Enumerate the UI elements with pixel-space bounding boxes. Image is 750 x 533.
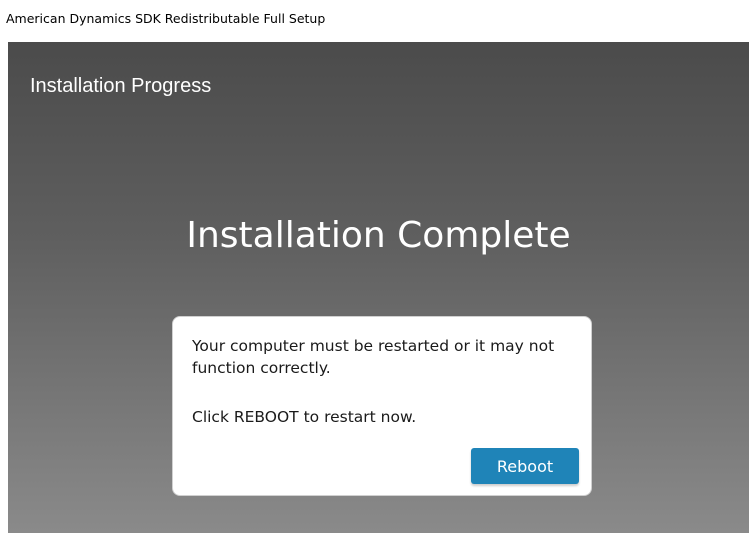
window-title: American Dynamics SDK Redistributable Fu… <box>6 11 326 26</box>
content-panel: Installation Progress Installation Compl… <box>8 42 749 533</box>
section-heading: Installation Progress <box>30 75 212 97</box>
restart-dialog: Your computer must be restarted or it ma… <box>172 316 592 496</box>
reboot-button[interactable]: Reboot <box>471 448 579 484</box>
dialog-instruction: Click REBOOT to restart now. <box>192 408 417 426</box>
dialog-message: Your computer must be restarted or it ma… <box>192 337 555 377</box>
installer-window: American Dynamics SDK Redistributable Fu… <box>0 0 750 533</box>
title-bar: American Dynamics SDK Redistributable Fu… <box>0 0 750 40</box>
main-heading: Installation Complete <box>186 215 571 256</box>
